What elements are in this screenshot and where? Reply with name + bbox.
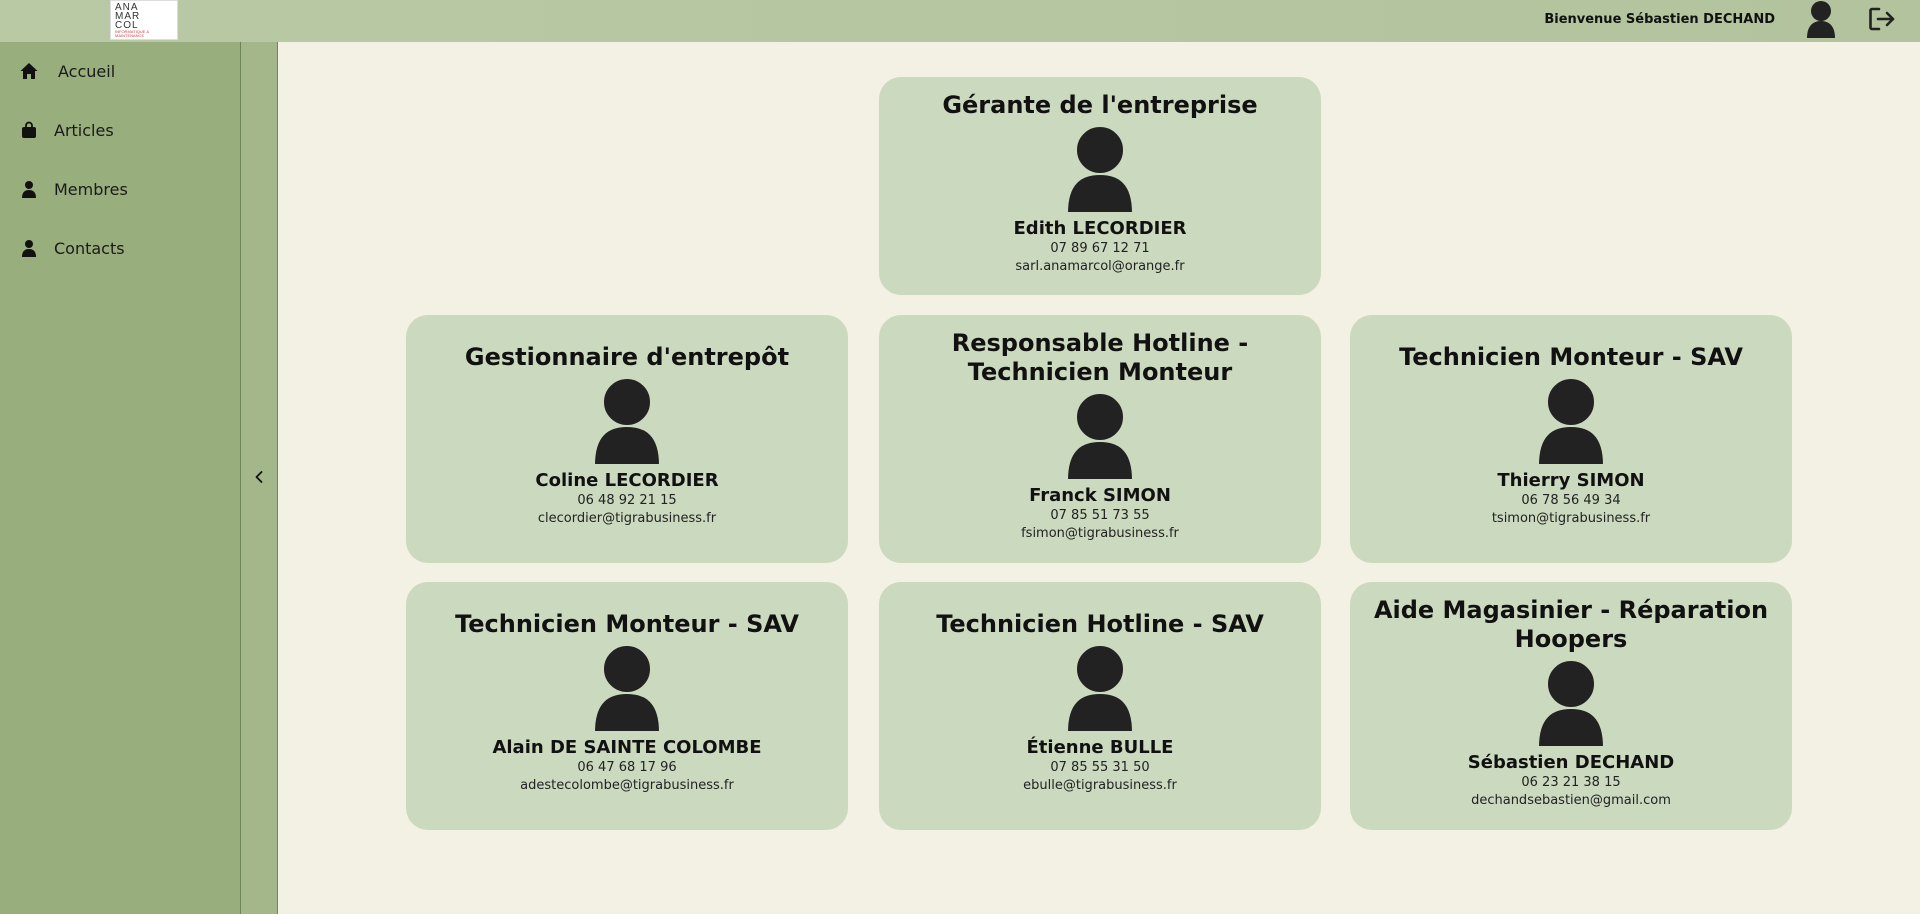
user-avatar-icon: [1065, 644, 1135, 732]
member-email[interactable]: fsimon@tigrabusiness.fr: [879, 525, 1321, 543]
member-email[interactable]: clecordier@tigrabusiness.fr: [406, 510, 848, 528]
sidebar-item-label: Accueil: [58, 61, 116, 81]
member-name: Étienne BULLE: [1026, 737, 1174, 758]
user-avatar-icon: [1536, 377, 1606, 465]
member-email[interactable]: ebulle@tigrabusiness.fr: [879, 777, 1321, 795]
logo-tagline: INFORMATIQUE & MAINTENANCE: [115, 28, 150, 38]
sidebar-item-label: Contacts: [54, 238, 125, 258]
member-name: Franck SIMON: [1029, 485, 1171, 506]
member-role: Responsable Hotline - Technicien Monteur: [951, 329, 1249, 386]
user-icon: [22, 240, 36, 257]
member-card: Technicien Monteur - SAV Thierry SIMON 0…: [1350, 315, 1792, 563]
member-email[interactable]: tsimon@tigrabusiness.fr: [1350, 510, 1792, 528]
chevron-left-icon: [255, 471, 263, 483]
member-card: Technicien Hotline - SAV Étienne BULLE 0…: [879, 582, 1321, 830]
member-name: Edith LECORDIER: [1013, 218, 1187, 239]
user-avatar-icon: [1065, 125, 1135, 213]
user-avatar-icon[interactable]: [1804, 0, 1838, 38]
user-icon: [22, 181, 36, 198]
user-avatar-icon: [592, 644, 662, 732]
sidebar-item-membres[interactable]: Membres: [0, 169, 240, 209]
member-role: Gérante de l'entreprise: [942, 91, 1258, 119]
member-role: Gestionnaire d'entrepôt: [464, 343, 790, 371]
sidebar-item-articles[interactable]: Articles: [0, 110, 240, 150]
member-card: Aide Magasinier - Réparation Hoopers Séb…: [1350, 582, 1792, 830]
sidebar-item-accueil[interactable]: Accueil: [0, 51, 240, 91]
member-card: Technicien Monteur - SAV Alain DE SAINTE…: [406, 582, 848, 830]
user-avatar-icon: [592, 377, 662, 465]
shopping-bag-icon: [22, 121, 36, 138]
sidebar-item-label: Articles: [54, 120, 114, 140]
member-email[interactable]: dechandsebastien@gmail.com: [1350, 792, 1792, 810]
member-name: Coline LECORDIER: [535, 470, 719, 491]
sidebar-collapse-button[interactable]: [240, 42, 278, 914]
welcome-message: Bienvenue Sébastien DECHAND: [1544, 12, 1775, 27]
member-phone: 07 85 55 31 50: [1050, 760, 1150, 775]
sidebar-item-contacts[interactable]: Contacts: [0, 228, 240, 268]
member-phone: 06 78 56 49 34: [1521, 493, 1621, 508]
company-logo[interactable]: ANA MAR COL INFORMATIQUE & MAINTENANCE: [110, 0, 178, 40]
member-card: Gérante de l'entreprise Edith LECORDIER …: [879, 77, 1321, 295]
member-name: Alain DE SAINTE COLOMBE: [492, 737, 762, 758]
member-phone: 06 23 21 38 15: [1521, 775, 1621, 790]
member-phone: 06 48 92 21 15: [577, 493, 677, 508]
member-role: Technicien Monteur - SAV: [455, 610, 799, 638]
member-role: Technicien Hotline - SAV: [936, 610, 1264, 638]
member-role: Aide Magasinier - Réparation Hoopers: [1373, 596, 1769, 653]
sidebar: Accueil Articles Membres Contacts: [0, 42, 240, 914]
logout-icon[interactable]: [1868, 6, 1896, 32]
member-card: Gestionnaire d'entrepôt Coline LECORDIER…: [406, 315, 848, 563]
member-role: Technicien Monteur - SAV: [1399, 343, 1743, 371]
member-name: Thierry SIMON: [1497, 470, 1645, 491]
member-name: Sébastien DECHAND: [1467, 752, 1675, 773]
member-phone: 06 47 68 17 96: [577, 760, 677, 775]
member-phone: 07 85 51 73 55: [1050, 508, 1150, 523]
member-email[interactable]: sarl.anamarcol@orange.fr: [879, 258, 1321, 276]
sidebar-item-label: Membres: [54, 179, 128, 199]
user-avatar-icon: [1536, 659, 1606, 747]
member-email[interactable]: adestecolombe@tigrabusiness.fr: [406, 777, 848, 795]
home-icon: [20, 63, 38, 79]
user-avatar-icon: [1065, 392, 1135, 480]
top-header: ANA MAR COL INFORMATIQUE & MAINTENANCE B…: [0, 0, 1920, 42]
member-card: Responsable Hotline - Technicien Monteur…: [879, 315, 1321, 563]
member-phone: 07 89 67 12 71: [1050, 241, 1150, 256]
